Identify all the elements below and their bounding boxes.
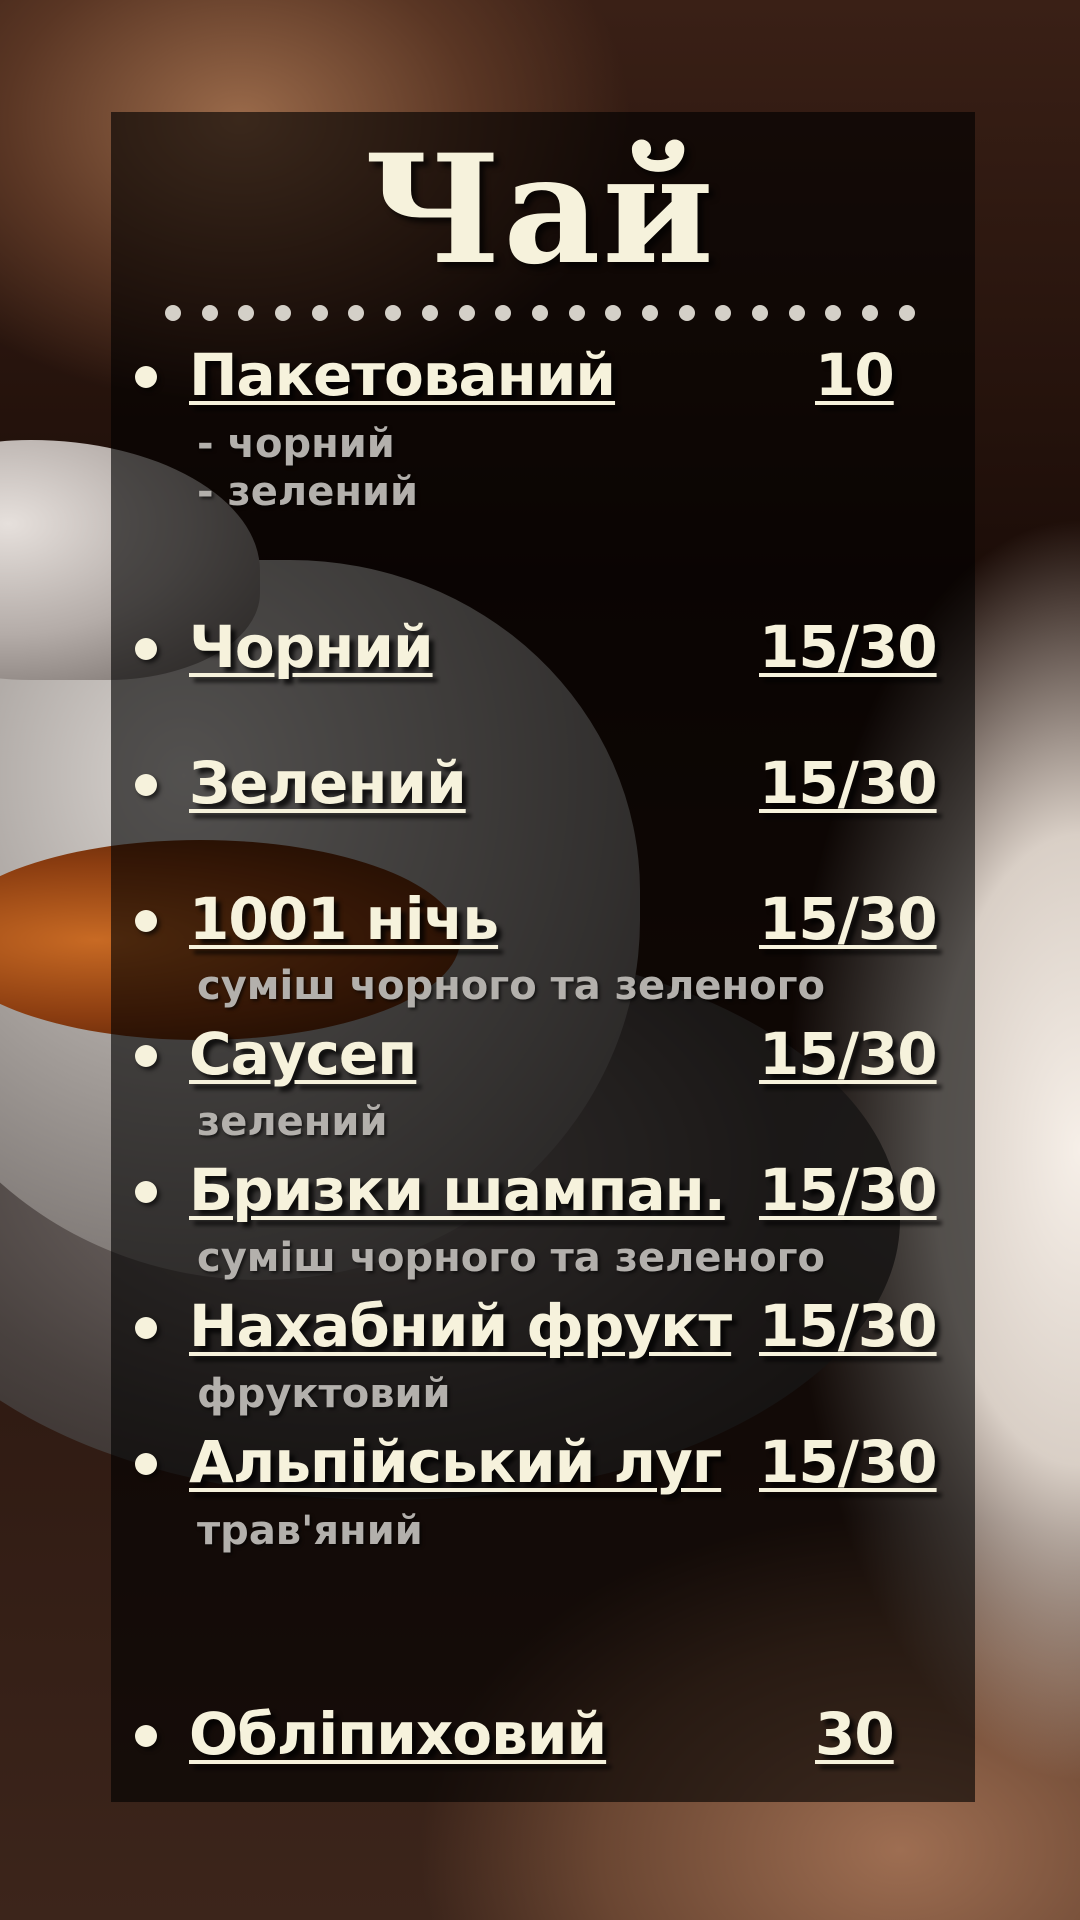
item-note: - чорний (197, 421, 395, 467)
item-name: Пакетований (189, 341, 616, 409)
divider-dot (311, 305, 328, 321)
item-note: трав'яний (197, 1508, 423, 1554)
bullet-icon (135, 1181, 157, 1203)
bullet-icon (135, 1317, 157, 1339)
divider-dot (825, 305, 842, 321)
item-note: фруктовий (197, 1371, 451, 1417)
bullet-icon (135, 366, 157, 388)
item-price: 15/30 (759, 1292, 938, 1360)
item-price: 15/30 (759, 1020, 938, 1088)
divider-dot (531, 305, 548, 321)
item-note: суміш чорного та зеленого (197, 1235, 825, 1281)
item-name: Бризки шампан. (189, 1156, 726, 1224)
divider-dot (495, 305, 512, 321)
item-note: зелений (197, 1099, 388, 1145)
divider-dot (568, 305, 585, 321)
item-name: Зелений (189, 749, 467, 817)
item-name: Альпійський луг (189, 1428, 722, 1496)
bullet-icon (135, 1045, 157, 1067)
dotted-divider (165, 304, 915, 322)
item-price: 15/30 (759, 749, 938, 817)
divider-dot (275, 305, 292, 321)
item-name: Саусеп (189, 1020, 417, 1088)
divider-dot (605, 305, 622, 321)
bullet-icon (135, 774, 157, 796)
item-price: 30 (815, 1700, 895, 1768)
item-name: 1001 нічь (189, 885, 499, 953)
divider-dot (788, 305, 805, 321)
divider-dot (201, 305, 218, 321)
divider-dot (165, 305, 181, 321)
divider-dot (385, 305, 402, 321)
divider-dot (752, 305, 768, 321)
item-note: суміш чорного та зеленого (197, 963, 825, 1009)
item-price: 15/30 (759, 613, 938, 681)
bullet-icon (135, 1725, 157, 1747)
item-name: Чорний (189, 613, 434, 681)
divider-dot (862, 305, 879, 321)
divider-dot (421, 305, 438, 321)
bullet-icon (135, 910, 157, 932)
bullet-icon (135, 1453, 157, 1475)
menu-title: Чай (364, 122, 716, 298)
item-name: Обліпиховий (189, 1700, 607, 1768)
divider-dot (715, 305, 732, 321)
item-note: - зелений (197, 469, 419, 515)
divider-dot (238, 305, 255, 321)
item-price: 15/30 (759, 1428, 938, 1496)
divider-dot (678, 305, 695, 321)
item-price: 15/30 (759, 1156, 938, 1224)
item-name: Нахабний фрукт (189, 1292, 732, 1360)
bullet-icon (135, 638, 157, 660)
item-price: 10 (815, 341, 895, 409)
divider-dot (641, 305, 658, 321)
divider-dot (898, 305, 915, 321)
item-price: 15/30 (759, 885, 938, 953)
divider-dot (458, 305, 475, 321)
divider-dot (348, 305, 365, 321)
